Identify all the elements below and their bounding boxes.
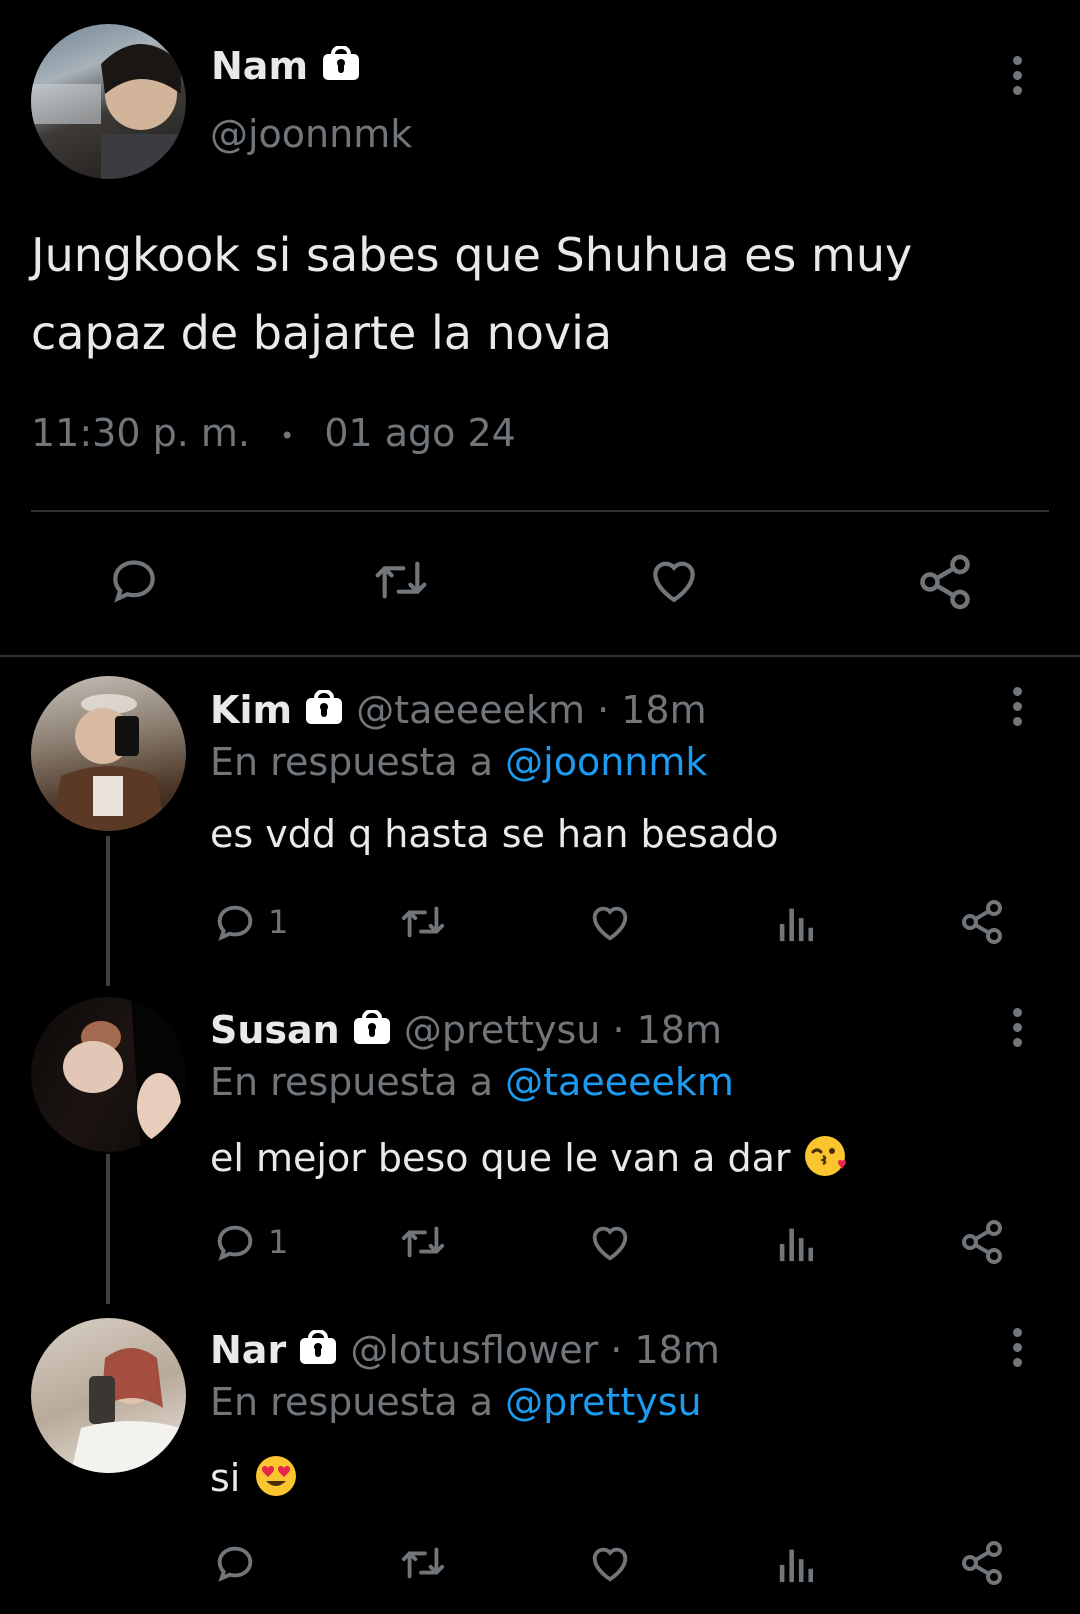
reply-text: el mejor beso que le van a dar bbox=[210, 1136, 791, 1180]
author-name-row: Nam bbox=[211, 44, 361, 91]
reply-header: Nar @lotusflower · 18m bbox=[210, 1328, 720, 1375]
more-options-icon[interactable] bbox=[1010, 687, 1024, 732]
retweet-icon[interactable] bbox=[397, 899, 449, 945]
like-icon[interactable] bbox=[586, 899, 634, 945]
reply-text: es vdd q hasta se han besado bbox=[210, 812, 779, 856]
analytics-icon[interactable] bbox=[777, 1221, 817, 1263]
share-icon[interactable] bbox=[915, 552, 975, 612]
reply-icon[interactable] bbox=[106, 552, 162, 608]
reply-to-link[interactable]: @prettysu bbox=[505, 1380, 701, 1424]
lock-icon bbox=[304, 689, 344, 735]
kiss-wink-emoji-icon bbox=[803, 1132, 851, 1189]
like-icon[interactable] bbox=[586, 1219, 634, 1265]
reply-header: Kim @taeeeekm · 18m bbox=[210, 688, 707, 735]
like-icon[interactable] bbox=[586, 1540, 634, 1586]
analytics-icon[interactable] bbox=[777, 1542, 817, 1584]
heart-eyes-emoji-icon bbox=[252, 1452, 300, 1509]
reply-count: 1 bbox=[268, 1223, 289, 1261]
tweet-timestamp[interactable]: 11:30 p. m. • 01 ago 24 bbox=[31, 411, 516, 455]
more-options-icon[interactable] bbox=[1010, 56, 1024, 101]
lock-icon bbox=[321, 45, 361, 91]
tweet-text: Jungkook si sabes que Shuhua es muy capa… bbox=[31, 228, 913, 360]
reply-text-row: si bbox=[210, 1452, 300, 1509]
tweet-time: 11:30 p. m. bbox=[31, 411, 250, 455]
reply-button[interactable]: 1 bbox=[212, 1219, 288, 1265]
retweet-icon[interactable] bbox=[397, 1219, 449, 1265]
thread-line bbox=[106, 836, 110, 986]
reply-header: Susan @prettysu · 18m bbox=[210, 1008, 722, 1055]
author-name: Nam bbox=[211, 44, 309, 88]
reply-handle-time: @prettysu · 18m bbox=[403, 1008, 722, 1052]
reply-author-name[interactable]: Nar bbox=[210, 1328, 286, 1372]
more-options-icon[interactable] bbox=[1010, 1008, 1024, 1053]
reply-text: si bbox=[210, 1456, 241, 1500]
divider bbox=[0, 655, 1080, 657]
divider bbox=[31, 510, 1049, 512]
lock-icon bbox=[298, 1329, 338, 1375]
avatar[interactable] bbox=[31, 676, 186, 831]
reply-button[interactable]: 1 bbox=[212, 899, 288, 945]
avatar[interactable] bbox=[31, 1318, 186, 1473]
reply-context: En respuesta a @taeeeekm bbox=[210, 1060, 734, 1104]
share-icon[interactable] bbox=[958, 1539, 1006, 1587]
reply-handle-time: @lotusflower · 18m bbox=[350, 1328, 720, 1372]
reply-button[interactable] bbox=[212, 1540, 258, 1586]
avatar[interactable] bbox=[31, 997, 186, 1152]
retweet-icon[interactable] bbox=[397, 1540, 449, 1586]
lock-icon bbox=[352, 1009, 392, 1055]
reply-count: 1 bbox=[268, 903, 289, 941]
reply-to-link[interactable]: @taeeeekm bbox=[505, 1060, 734, 1104]
more-options-icon[interactable] bbox=[1010, 1328, 1024, 1373]
reply-handle-time: @taeeeekm · 18m bbox=[356, 688, 707, 732]
like-icon[interactable] bbox=[645, 552, 703, 608]
tweet-date: 01 ago 24 bbox=[324, 411, 516, 455]
analytics-icon[interactable] bbox=[777, 901, 817, 943]
reply-text-row: el mejor beso que le van a dar bbox=[210, 1132, 851, 1189]
reply-to-link[interactable]: @joonnmk bbox=[505, 740, 707, 784]
reply-context: En respuesta a @joonnmk bbox=[210, 740, 708, 784]
reply-author-name[interactable]: Kim bbox=[210, 688, 292, 732]
avatar[interactable] bbox=[31, 24, 186, 179]
retweet-icon[interactable] bbox=[370, 552, 432, 608]
separator-dot: • bbox=[280, 421, 295, 450]
share-icon[interactable] bbox=[958, 898, 1006, 946]
thread-line bbox=[106, 1154, 110, 1304]
reply-author-name[interactable]: Susan bbox=[210, 1008, 340, 1052]
author-handle[interactable]: @joonnmk bbox=[210, 112, 412, 156]
reply-context: En respuesta a @prettysu bbox=[210, 1380, 702, 1424]
share-icon[interactable] bbox=[958, 1218, 1006, 1266]
